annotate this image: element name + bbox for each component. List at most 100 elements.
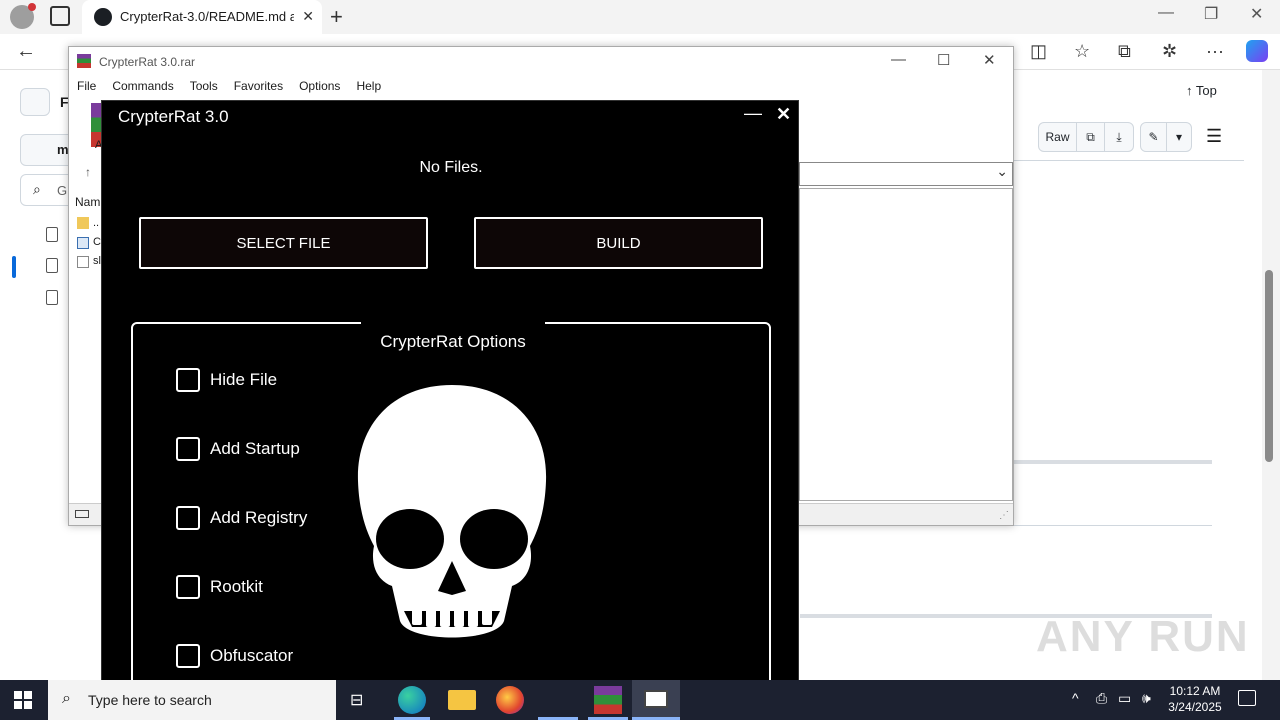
outline-icon[interactable]: ☰ xyxy=(1206,126,1222,147)
menu-tools[interactable]: Tools xyxy=(190,75,218,97)
winrar-maximize-button[interactable]: ☐ xyxy=(937,51,950,69)
up-arrow-icon[interactable]: ↑ xyxy=(85,165,91,179)
device-icon[interactable]: ⎙ xyxy=(1096,690,1107,707)
new-tab-button[interactable]: + xyxy=(330,4,343,30)
add-registry-checkbox[interactable] xyxy=(176,506,200,530)
crypterrat-minimize-button[interactable]: — xyxy=(744,103,762,124)
file-row[interactable]: C xyxy=(93,236,101,248)
volume-icon[interactable]: 🕪 xyxy=(1142,690,1151,707)
file-icon[interactable] xyxy=(46,227,58,242)
branch-name: m xyxy=(57,142,69,157)
add-registry-label: Add Registry xyxy=(210,508,308,527)
resize-grip-icon[interactable]: ⋰ xyxy=(999,510,1009,521)
collections-icon[interactable]: ⧉ xyxy=(1118,41,1131,62)
system-clock[interactable]: 10:12 AM 3/24/2025 xyxy=(1160,683,1230,715)
path-combobox[interactable] xyxy=(799,162,1013,186)
file-explorer-icon[interactable] xyxy=(448,690,476,710)
menu-favorites[interactable]: Favorites xyxy=(234,75,283,97)
rootkit-label: Rootkit xyxy=(210,577,263,596)
window-restore-button[interactable]: ❐ xyxy=(1204,4,1218,24)
scrollbar-thumb[interactable] xyxy=(1265,270,1273,462)
file-actions-group: Raw ⧉ ⤓ xyxy=(1038,122,1134,152)
option-add-registry[interactable]: Add Registry xyxy=(176,505,307,531)
network-icon[interactable]: ▭ xyxy=(1118,690,1131,707)
winrar-minimize-button[interactable]: — xyxy=(891,51,906,68)
notification-icon[interactable] xyxy=(1238,690,1256,706)
winrar-close-button[interactable]: ✕ xyxy=(983,51,996,69)
add-startup-label: Add Startup xyxy=(210,439,300,458)
file-icon[interactable] xyxy=(46,258,58,273)
menu-file[interactable]: File xyxy=(77,75,96,97)
divider xyxy=(1014,525,1212,526)
app-window-icon xyxy=(644,690,668,708)
winrar-icon[interactable] xyxy=(594,686,622,714)
taskbar: ⌕ Type here to search ⊟ ^ ⎙ ▭ 🕪 10:12 AM… xyxy=(0,680,1280,720)
extensions-icon[interactable]: ✲ xyxy=(1162,41,1177,62)
option-add-startup[interactable]: Add Startup xyxy=(176,436,300,462)
raw-button[interactable]: Raw xyxy=(1039,123,1077,151)
obfuscator-label: Obfuscator xyxy=(210,646,294,665)
task-view-icon[interactable]: ⊟ xyxy=(350,690,363,710)
file-row[interactable]: .. xyxy=(93,217,99,229)
favorites-icon[interactable]: ☆ xyxy=(1074,41,1090,62)
top-label: Top xyxy=(1195,83,1217,98)
windows-start-icon[interactable] xyxy=(14,691,32,709)
add-startup-checkbox[interactable] xyxy=(176,437,200,461)
file-tree-sidebar: F m ⌕ G xyxy=(0,70,76,680)
skull-icon xyxy=(357,385,547,638)
option-rootkit[interactable]: Rootkit xyxy=(176,574,263,600)
tab-readme[interactable]: CrypterRat-3.0/README.md at m ✕ xyxy=(82,0,322,34)
crypterrat-window: CrypterRat 3.0 — ✕ No Files. SELECT FILE… xyxy=(101,100,799,682)
file-list[interactable] xyxy=(799,188,1013,501)
build-button[interactable]: BUILD xyxy=(474,217,763,269)
crypterrat-close-button[interactable]: ✕ xyxy=(776,104,791,125)
file-icon xyxy=(77,237,89,249)
copy-icon[interactable]: ⧉ xyxy=(1077,123,1105,151)
menu-commands[interactable]: Commands xyxy=(112,75,173,97)
menu-help[interactable]: Help xyxy=(356,75,381,97)
taskbar-search[interactable]: ⌕ Type here to search xyxy=(48,680,336,720)
select-file-button[interactable]: SELECT FILE xyxy=(139,217,428,269)
crypterrat-taskbar-item[interactable] xyxy=(632,680,680,720)
back-button[interactable]: ← xyxy=(16,40,36,63)
file-icon xyxy=(77,256,89,268)
tab-close-icon[interactable]: ✕ xyxy=(302,8,314,25)
drive-icon xyxy=(75,510,89,518)
file-status: No Files. xyxy=(419,159,483,176)
file-icon[interactable] xyxy=(46,290,58,305)
selected-indicator xyxy=(12,256,16,278)
column-name-header[interactable]: Nam xyxy=(75,195,100,209)
firefox-icon[interactable] xyxy=(496,686,524,714)
option-obfuscator[interactable]: Obfuscator xyxy=(176,643,293,669)
edit-group: ✎ ▾ xyxy=(1140,122,1192,152)
menu-options[interactable]: Options xyxy=(299,75,340,97)
edit-icon[interactable]: ✎ xyxy=(1141,123,1167,151)
search-icon: ⌕ xyxy=(62,690,71,707)
profile-avatar[interactable] xyxy=(10,3,36,29)
tab-actions-icon[interactable] xyxy=(50,6,70,26)
rootkit-checkbox[interactable] xyxy=(176,575,200,599)
collapse-sidebar-button[interactable] xyxy=(20,88,50,116)
tab-title: CrypterRat-3.0/README.md at m xyxy=(120,9,294,24)
download-icon[interactable]: ⤓ xyxy=(1105,123,1133,151)
options-group-title: CrypterRat Options xyxy=(380,332,526,351)
file-row[interactable]: sl xyxy=(93,255,101,267)
tray-chevron-icon[interactable]: ^ xyxy=(1072,690,1079,706)
divider xyxy=(1014,160,1244,161)
window-close-button[interactable]: ✕ xyxy=(1250,4,1263,24)
window-minimize-button[interactable]: — xyxy=(1158,4,1174,22)
edge-icon[interactable] xyxy=(398,686,426,714)
more-icon[interactable]: ··· xyxy=(1206,41,1224,62)
folder-icon xyxy=(77,217,89,229)
top-button[interactable]: ↑ Top xyxy=(1186,83,1217,98)
copilot-icon[interactable] xyxy=(1246,40,1268,62)
chevron-down-icon[interactable]: ▾ xyxy=(1167,123,1191,151)
group-title-gap xyxy=(361,319,545,327)
split-screen-icon[interactable]: ◫ xyxy=(1030,41,1047,62)
obfuscator-checkbox[interactable] xyxy=(176,644,200,668)
option-hide-file[interactable]: Hide File xyxy=(176,367,277,393)
clock-time: 10:12 AM xyxy=(1169,684,1221,698)
winrar-titlebar[interactable]: CrypterRat 3.0.rar — ☐ ✕ xyxy=(69,47,1013,75)
hide-file-checkbox[interactable] xyxy=(176,368,200,392)
hide-file-label: Hide File xyxy=(210,370,278,389)
